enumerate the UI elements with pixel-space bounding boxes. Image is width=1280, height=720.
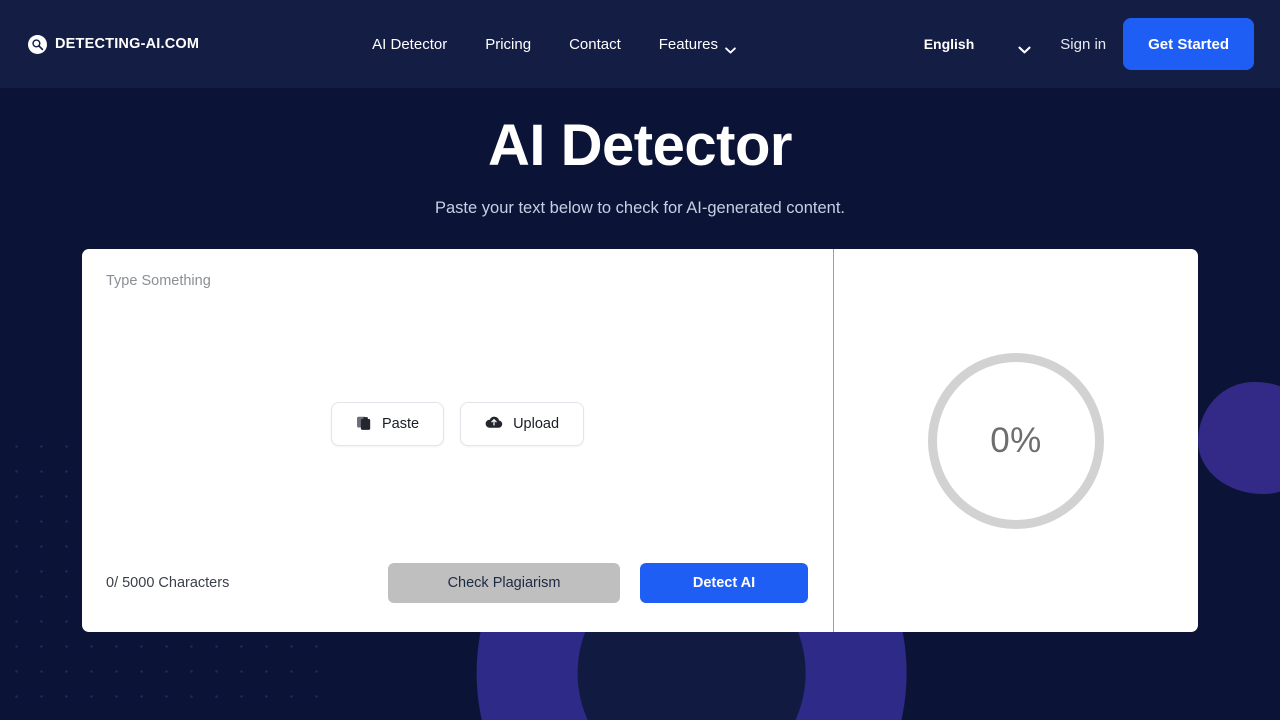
check-plagiarism-button[interactable]: Check Plagiarism [388, 563, 620, 603]
score-gauge: 0% [928, 352, 1104, 529]
nav-ai-detector-label: AI Detector [372, 35, 448, 53]
magnifier-badge-icon [28, 34, 47, 54]
purple-blob-right [1198, 382, 1280, 494]
detector-card: Type Something Paste Upload 0/ 5000 Char… [82, 249, 1198, 632]
input-source-buttons: Paste Upload [82, 402, 833, 446]
chevron-down-icon [725, 41, 736, 54]
editor-actions: Check Plagiarism Detect AI [388, 563, 833, 603]
nav-pricing[interactable]: Pricing [485, 36, 531, 53]
editor-placeholder[interactable]: Type Something [106, 273, 833, 289]
hero-section: AI Detector Paste your text below to che… [0, 88, 1280, 218]
language-label: English [923, 36, 975, 52]
clipboard-icon [356, 414, 372, 435]
chevron-down-icon [1018, 41, 1031, 53]
language-selector[interactable]: English [923, 36, 1031, 53]
primary-navigation: AI Detector Pricing Contact Features [372, 35, 736, 54]
header-actions: English Sign in Get Started [924, 18, 1254, 70]
sign-in-link[interactable]: Sign in [1060, 36, 1106, 53]
editor-pane: Type Something Paste Upload 0/ 5000 Char… [82, 249, 834, 632]
nav-contact[interactable]: Contact [569, 36, 621, 53]
nav-ai-detector[interactable]: AI Detector [372, 36, 447, 53]
editor-footer: 0/ 5000 Characters Check Plagiarism Dete… [106, 563, 833, 603]
get-started-button[interactable]: Get Started [1123, 18, 1254, 70]
detect-ai-button[interactable]: Detect AI [640, 563, 808, 603]
upload-button-label: Upload [513, 416, 560, 432]
nav-contact-label: Contact [569, 35, 621, 53]
page-title: AI Detector [488, 113, 792, 178]
nav-features[interactable]: Features [658, 35, 736, 54]
site-header: DETECTING-AI.COM AI Detector Pricing Con… [0, 0, 1280, 88]
upload-button[interactable]: Upload [460, 402, 585, 446]
score-value: 0% [990, 420, 1042, 460]
nav-features-label: Features [658, 35, 718, 53]
result-pane: 0% [834, 249, 1198, 632]
character-count: 0/ 5000 Characters [106, 575, 230, 591]
brand-name: DETECTING-AI.COM [55, 36, 200, 52]
brand-logo[interactable]: DETECTING-AI.COM [28, 34, 200, 54]
page-subtitle: Paste your text below to check for AI-ge… [435, 198, 845, 217]
nav-pricing-label: Pricing [485, 35, 532, 53]
paste-button-label: Paste [381, 416, 420, 432]
paste-button[interactable]: Paste [330, 402, 445, 446]
cloud-upload-icon [485, 415, 503, 433]
